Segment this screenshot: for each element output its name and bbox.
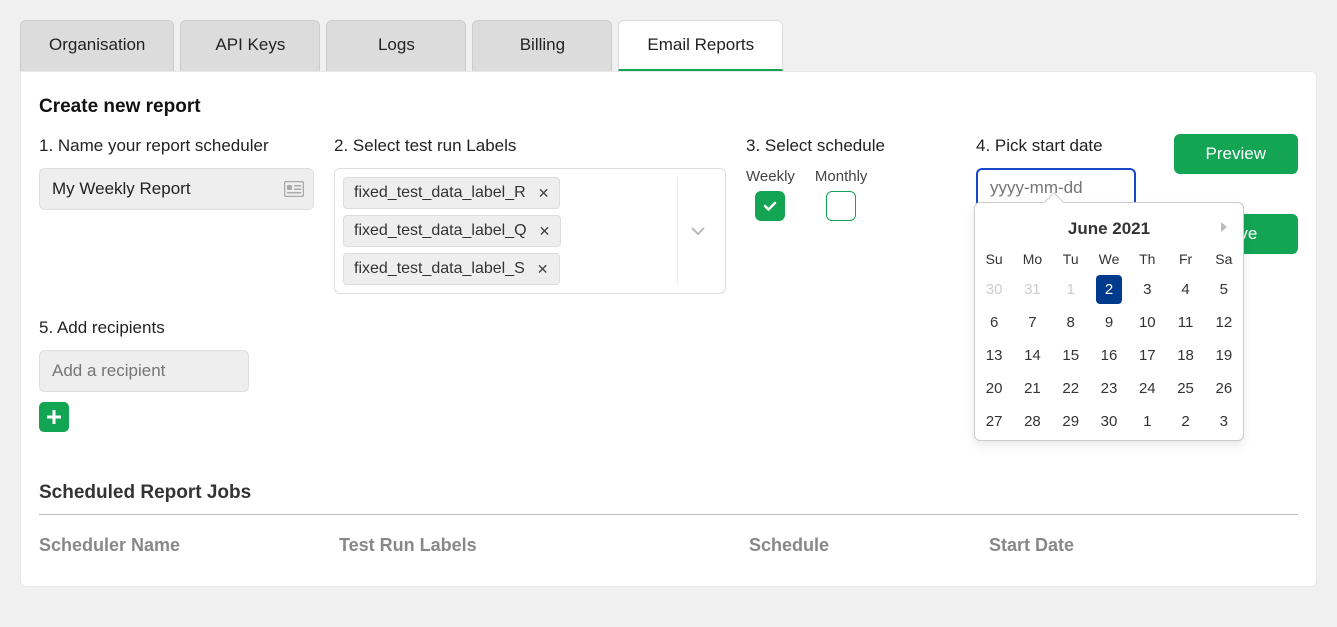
calendar-day[interactable]: 4 xyxy=(1166,273,1204,306)
tag-text: fixed_test_data_label_R xyxy=(354,184,526,202)
calendar-day[interactable]: 25 xyxy=(1166,372,1204,405)
scheduler-name-input[interactable] xyxy=(39,168,314,210)
calendar-dow: Th xyxy=(1128,245,1166,273)
calendar-day[interactable]: 6 xyxy=(975,306,1013,339)
labels-multiselect[interactable]: fixed_test_data_label_R ✕ fixed_test_dat… xyxy=(334,168,726,294)
tags-area: fixed_test_data_label_R ✕ fixed_test_dat… xyxy=(343,177,669,285)
calendar-dow: Fr xyxy=(1166,245,1204,273)
tag-text: fixed_test_data_label_Q xyxy=(354,222,527,240)
calendar-day[interactable]: 20 xyxy=(975,372,1013,405)
calendar-day[interactable]: 18 xyxy=(1166,339,1204,372)
col-schedule: Schedule xyxy=(749,535,969,556)
step2-label: 2. Select test run Labels xyxy=(334,136,726,156)
calendar-day[interactable]: 12 xyxy=(1205,306,1243,339)
label-tag: fixed_test_data_label_R ✕ xyxy=(343,177,560,209)
recipient-input[interactable] xyxy=(39,350,249,392)
calendar-day[interactable]: 31 xyxy=(1013,273,1051,306)
calendar-day[interactable]: 7 xyxy=(1013,306,1051,339)
calendar-day[interactable]: 11 xyxy=(1166,306,1204,339)
calendar-dow: Tu xyxy=(1052,245,1090,273)
calendar-day[interactable]: 17 xyxy=(1128,339,1166,372)
tab-billing[interactable]: Billing xyxy=(472,20,612,71)
calendar-day[interactable]: 3 xyxy=(1128,273,1166,306)
calendar-day[interactable]: 30 xyxy=(1090,405,1128,438)
remove-tag-icon[interactable]: ✕ xyxy=(538,185,550,202)
label-tag: fixed_test_data_label_Q ✕ xyxy=(343,215,561,247)
calendar-day[interactable]: 24 xyxy=(1128,372,1166,405)
tag-text: fixed_test_data_label_S xyxy=(354,260,525,278)
calendar-title: June 2021 xyxy=(1068,219,1150,239)
tab-organisation[interactable]: Organisation xyxy=(20,20,174,71)
calendar-next-icon[interactable] xyxy=(1219,220,1229,239)
calendar-day[interactable]: 13 xyxy=(975,339,1013,372)
id-card-icon xyxy=(284,181,304,197)
calendar-grid: SuMoTuWeThFrSa30311234567891011121314151… xyxy=(975,245,1243,438)
calendar-dow: We xyxy=(1090,245,1128,273)
check-icon xyxy=(762,198,778,214)
tab-logs[interactable]: Logs xyxy=(326,20,466,71)
scheduled-jobs-title: Scheduled Report Jobs xyxy=(39,482,1298,504)
calendar-day[interactable]: 21 xyxy=(1013,372,1051,405)
col-start-date: Start Date xyxy=(989,535,1189,556)
step5-label: 5. Add recipients xyxy=(39,318,314,338)
calendar-day[interactable]: 2 xyxy=(1166,405,1204,438)
calendar-day[interactable]: 3 xyxy=(1205,405,1243,438)
calendar-day[interactable]: 19 xyxy=(1205,339,1243,372)
plus-icon xyxy=(45,408,63,426)
panel-email-reports: Create new report 1. Name your report sc… xyxy=(20,71,1317,587)
monthly-label: Monthly xyxy=(815,168,868,185)
col-test-run-labels: Test Run Labels xyxy=(339,535,729,556)
step1-label: 1. Name your report scheduler xyxy=(39,136,314,156)
calendar-day[interactable]: 23 xyxy=(1090,372,1128,405)
calendar-dow: Sa xyxy=(1205,245,1243,273)
chevron-down-icon[interactable] xyxy=(677,177,717,285)
label-tag: fixed_test_data_label_S ✕ xyxy=(343,253,560,285)
col-scheduler-name: Scheduler Name xyxy=(39,535,319,556)
calendar-day[interactable]: 2 xyxy=(1096,275,1122,304)
divider xyxy=(39,514,1298,515)
calendar-day[interactable]: 29 xyxy=(1052,405,1090,438)
date-picker-popup: June 2021 SuMoTuWeThFrSa3031123456789101… xyxy=(974,202,1244,441)
calendar-day[interactable]: 9 xyxy=(1090,306,1128,339)
calendar-day[interactable]: 16 xyxy=(1090,339,1128,372)
weekly-label: Weekly xyxy=(746,168,795,185)
weekly-checkbox[interactable] xyxy=(755,191,785,221)
calendar-day[interactable]: 1 xyxy=(1128,405,1166,438)
step3-label: 3. Select schedule xyxy=(746,136,956,156)
tab-email-reports[interactable]: Email Reports xyxy=(618,20,783,71)
add-recipient-button[interactable] xyxy=(39,402,69,432)
step4-label: 4. Pick start date xyxy=(976,136,1186,156)
preview-button[interactable]: Preview xyxy=(1174,134,1298,174)
calendar-day[interactable]: 28 xyxy=(1013,405,1051,438)
tab-api-keys[interactable]: API Keys xyxy=(180,20,320,71)
calendar-dow: Mo xyxy=(1013,245,1051,273)
remove-tag-icon[interactable]: ✕ xyxy=(539,223,551,240)
calendar-day[interactable]: 10 xyxy=(1128,306,1166,339)
calendar-day[interactable]: 30 xyxy=(975,273,1013,306)
calendar-day[interactable]: 14 xyxy=(1013,339,1051,372)
tab-bar: Organisation API Keys Logs Billing Email… xyxy=(20,20,1317,71)
calendar-day[interactable]: 8 xyxy=(1052,306,1090,339)
calendar-day[interactable]: 22 xyxy=(1052,372,1090,405)
page-title: Create new report xyxy=(39,96,1298,118)
remove-tag-icon[interactable]: ✕ xyxy=(537,261,549,278)
monthly-checkbox[interactable] xyxy=(826,191,856,221)
calendar-dow: Su xyxy=(975,245,1013,273)
calendar-day[interactable]: 27 xyxy=(975,405,1013,438)
jobs-table-header: Scheduler Name Test Run Labels Schedule … xyxy=(39,535,1298,556)
calendar-day[interactable]: 5 xyxy=(1205,273,1243,306)
calendar-day[interactable]: 15 xyxy=(1052,339,1090,372)
calendar-day[interactable]: 26 xyxy=(1205,372,1243,405)
calendar-day[interactable]: 1 xyxy=(1052,273,1090,306)
